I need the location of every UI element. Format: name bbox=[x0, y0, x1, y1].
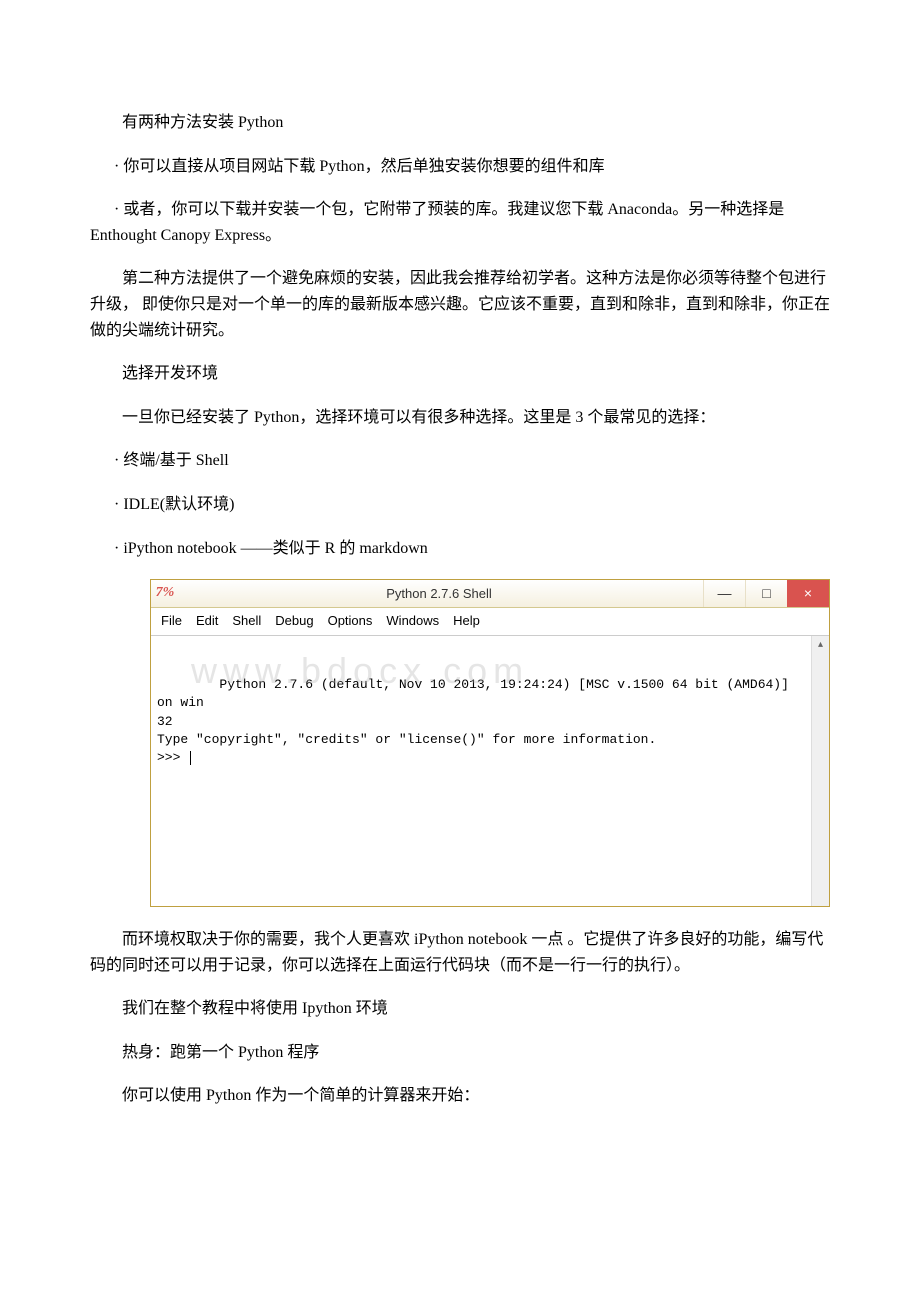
paragraph: 你可以使用 Python 作为一个简单的计算器来开始： bbox=[90, 1083, 830, 1109]
window-controls: — □ × bbox=[703, 580, 829, 607]
application-window: 7% Python 2.7.6 Shell — □ × File Edit Sh… bbox=[150, 579, 830, 907]
console-area: www.bdocx.com Python 2.7.6 (default, Nov… bbox=[151, 636, 829, 906]
paragraph: 我们在整个教程中将使用 Ipython 环境 bbox=[90, 996, 830, 1022]
menu-windows[interactable]: Windows bbox=[386, 611, 439, 632]
paragraph: 一旦你已经安装了 Python，选择环境可以有很多种选择。这里是 3 个最常见的… bbox=[90, 405, 830, 431]
paragraph: 第二种方法提供了一个避免麻烦的安装，因此我会推荐给初学者。这种方法是你必须等待整… bbox=[90, 266, 830, 343]
list-item: · iPython notebook ——类似于 R 的 markdown bbox=[90, 536, 830, 562]
prompt: >>> bbox=[157, 750, 180, 765]
titlebar[interactable]: 7% Python 2.7.6 Shell — □ × bbox=[151, 580, 829, 608]
heading: 选择开发环境 bbox=[90, 361, 830, 387]
menu-options[interactable]: Options bbox=[328, 611, 373, 632]
console-line: Type "copyright", "credits" or "license(… bbox=[157, 732, 656, 747]
scroll-up-icon[interactable]: ▴ bbox=[814, 638, 828, 652]
paragraph: 而环境权取决于你的需要，我个人更喜欢 iPython notebook 一点 。… bbox=[90, 927, 830, 978]
list-item: · 你可以直接从项目网站下载 Python，然后单独安装你想要的组件和库 bbox=[90, 154, 830, 180]
menu-file[interactable]: File bbox=[161, 611, 182, 632]
menu-debug[interactable]: Debug bbox=[275, 611, 313, 632]
list-item: · 终端/基于 Shell bbox=[90, 448, 830, 474]
menu-shell[interactable]: Shell bbox=[232, 611, 261, 632]
cursor bbox=[190, 751, 191, 765]
scrollbar[interactable]: ▴ bbox=[811, 636, 829, 906]
window-title: Python 2.7.6 Shell bbox=[175, 580, 703, 607]
menu-edit[interactable]: Edit bbox=[196, 611, 218, 632]
list-item: · IDLE(默认环境) bbox=[90, 492, 830, 518]
heading: 热身：跑第一个 Python 程序 bbox=[90, 1040, 830, 1066]
console-line: 32 bbox=[157, 714, 173, 729]
maximize-button[interactable]: □ bbox=[745, 580, 787, 607]
menubar: File Edit Shell Debug Options Windows He… bbox=[151, 608, 829, 636]
idle-window-screenshot: 7% Python 2.7.6 Shell — □ × File Edit Sh… bbox=[150, 579, 830, 907]
app-icon: 7% bbox=[151, 580, 175, 607]
console-line: Python 2.7.6 (default, Nov 10 2013, 19:2… bbox=[157, 677, 797, 710]
minimize-button[interactable]: — bbox=[703, 580, 745, 607]
menu-help[interactable]: Help bbox=[453, 611, 480, 632]
paragraph: 有两种方法安装 Python bbox=[90, 110, 830, 136]
console-output[interactable]: www.bdocx.com Python 2.7.6 (default, Nov… bbox=[151, 636, 811, 906]
close-button[interactable]: × bbox=[787, 580, 829, 607]
list-item: · 或者，你可以下载并安装一个包，它附带了预装的库。我建议您下载 Anacond… bbox=[90, 197, 830, 248]
